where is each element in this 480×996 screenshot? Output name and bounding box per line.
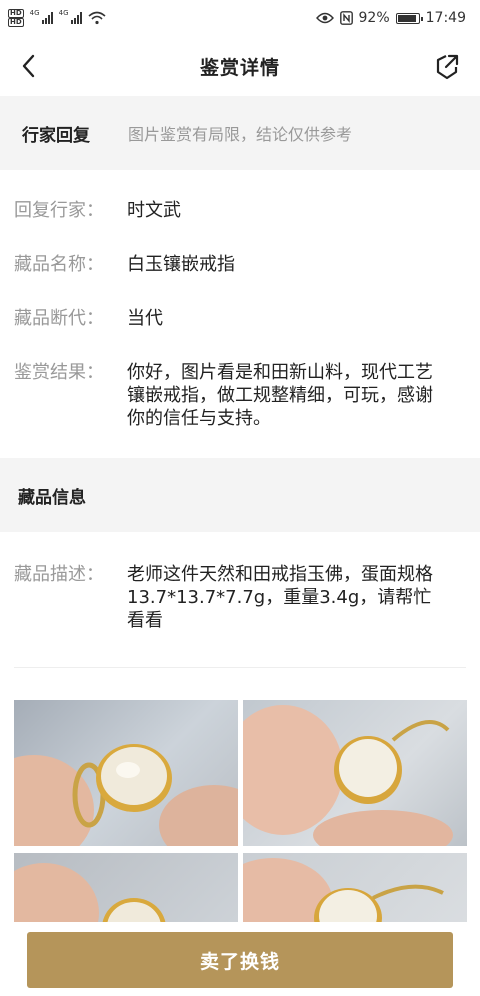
detail-label: 鉴赏结果： <box>14 362 104 383</box>
detail-label: 藏品名称： <box>14 254 104 275</box>
detail-label: 回复行家： <box>14 200 104 221</box>
net-type-2: 4G <box>58 9 69 17</box>
sell-button[interactable]: 卖了换钱 <box>27 932 453 988</box>
detail-row-expert: 回复行家： 时文武 <box>14 199 466 222</box>
detail-row-item-name: 藏品名称： 白玉镶嵌戒指 <box>14 253 466 276</box>
item-photo-2[interactable] <box>243 700 467 846</box>
detail-row-dating: 藏品断代： 当代 <box>14 307 466 330</box>
hd-top-label: HD <box>8 9 24 18</box>
description-value: 老师这件天然和田戒指玉佛，蛋面规格13.7*13.7*7.7g，重量3.4g，请… <box>127 564 433 631</box>
page-title: 鉴赏详情 <box>199 56 280 79</box>
item-photo-1[interactable] <box>14 700 238 846</box>
detail-row-result: 鉴赏结果： 你好，图片看是和田新山料，现代工艺镶嵌戒指，做工规整精细，可玩，感谢… <box>14 361 466 430</box>
detail-value: 时文武 <box>127 200 181 221</box>
net-type-1: 4G <box>29 9 40 17</box>
divider <box>14 667 466 668</box>
detail-value: 当代 <box>127 308 163 329</box>
detail-row-description: 藏品描述： 老师这件天然和田戒指玉佛，蛋面规格13.7*13.7*7.7g，重量… <box>14 563 466 632</box>
item-info-heading: 藏品信息 <box>18 487 86 508</box>
status-bar: HD HD 4G 4G 92% 17:49 <box>0 0 480 36</box>
status-left: HD HD 4G 4G <box>8 9 106 27</box>
clock: 17:49 <box>425 10 466 26</box>
back-button[interactable] <box>12 50 44 82</box>
signal-icon-1: 4G <box>29 9 53 24</box>
status-right: 92% 17:49 <box>315 10 466 26</box>
battery-icon <box>395 12 423 24</box>
reply-section-header: 行家回复 图片鉴赏有局限，结论仅供参考 <box>0 96 480 170</box>
detail-label: 藏品断代： <box>14 308 104 329</box>
reply-disclaimer: 图片鉴赏有局限，结论仅供参考 <box>128 125 353 144</box>
detail-value: 你好，图片看是和田新山料，现代工艺镶嵌戒指，做工规整精细，可玩，感谢你的信任与支… <box>127 362 433 429</box>
hd-icon: HD HD <box>8 9 24 27</box>
description-label: 藏品描述： <box>14 564 104 585</box>
nfc-icon <box>339 11 353 25</box>
signal-icon-2: 4G <box>58 9 82 24</box>
share-button[interactable] <box>432 52 462 82</box>
header-bar: 鉴赏详情 <box>0 36 480 96</box>
item-info-section-header: 藏品信息 <box>0 458 480 532</box>
reply-heading: 行家回复 <box>22 125 90 146</box>
bottom-action-bar: 卖了换钱 <box>0 922 480 996</box>
hd-bottom-label: HD <box>8 18 24 27</box>
detail-value: 白玉镶嵌戒指 <box>127 254 235 275</box>
battery-percent: 92% <box>358 10 390 26</box>
share-icon <box>436 54 459 80</box>
eye-icon <box>315 12 334 24</box>
wifi-icon <box>88 11 106 25</box>
back-chevron-icon <box>22 54 35 78</box>
